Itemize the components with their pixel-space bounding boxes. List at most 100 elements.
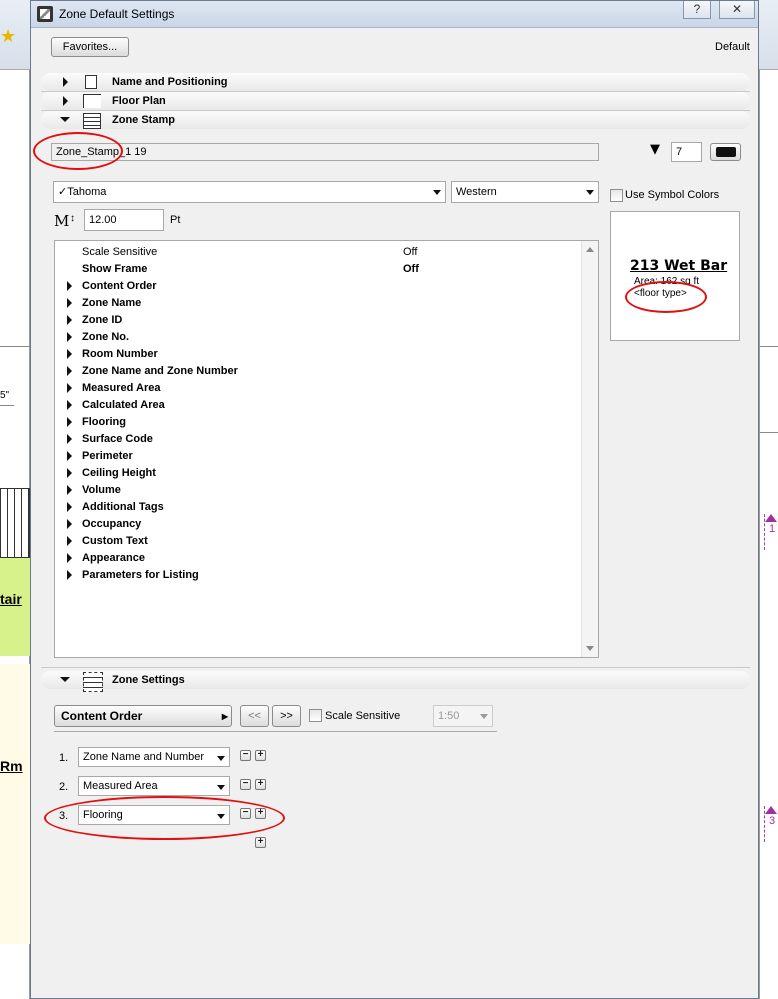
add-item-button[interactable]: + [255, 837, 266, 848]
background-line [0, 405, 14, 406]
expand-arrow-icon[interactable] [67, 383, 72, 393]
order-item-select[interactable]: Zone Name and Number [78, 747, 230, 767]
parameter-row[interactable]: Flooring [55, 414, 582, 431]
background-zone-label: tair [0, 591, 22, 607]
remove-item-button[interactable]: − [240, 750, 251, 761]
expand-arrow-icon[interactable] [67, 536, 72, 546]
favorites-button[interactable]: Favorites... [51, 37, 129, 57]
chevron-down-icon [480, 714, 488, 719]
section-label: Name and Positioning [112, 76, 228, 88]
expand-arrow-icon[interactable] [67, 451, 72, 461]
section-name-and-positioning[interactable]: Name and Positioning [41, 73, 750, 91]
chevron-right-icon: ▶ [221, 712, 228, 721]
annotation-circle [625, 281, 707, 313]
parameter-list[interactable]: Scale Sensitive Off Show Frame Off Content O… [54, 240, 599, 658]
library-part-name-field[interactable]: Zone_Stamp_1 19 [51, 143, 599, 161]
scroll-down-icon[interactable] [586, 646, 594, 651]
remove-item-button[interactable]: − [240, 779, 251, 790]
parameter-row[interactable]: Zone ID [55, 312, 582, 329]
section-zone-settings[interactable]: Zone Settings [41, 671, 750, 692]
expand-arrow-icon[interactable] [67, 434, 72, 444]
parameter-row[interactable]: Additional Tags [55, 499, 582, 516]
parameter-row[interactable]: Room Number [55, 346, 582, 363]
parameter-name: Zone Name [82, 297, 142, 309]
parameter-name: Volume [82, 484, 121, 496]
expand-arrow-icon[interactable] [67, 332, 72, 342]
expand-arrow-icon[interactable] [67, 298, 72, 308]
parameter-value[interactable]: Off [403, 246, 417, 258]
background-zone-label: Rm [0, 758, 23, 774]
collapse-arrow-icon[interactable] [60, 117, 70, 122]
background-dimension-text: 5" [0, 390, 10, 401]
annotation-circle [44, 796, 285, 840]
parameter-name: Room Number [82, 348, 158, 360]
parameter-row[interactable]: Parameters for Listing [55, 567, 582, 584]
parameter-row[interactable]: Content Order [55, 278, 582, 295]
parameter-row[interactable]: Measured Area [55, 380, 582, 397]
parameter-row[interactable]: Ceiling Height [55, 465, 582, 482]
title-bar[interactable]: Zone Default Settings ? ✕ [31, 1, 758, 28]
background-canvas-right [759, 0, 778, 999]
previous-page-button[interactable]: << [240, 705, 269, 727]
expand-arrow-icon[interactable] [67, 349, 72, 359]
parameter-row[interactable]: Perimeter [55, 448, 582, 465]
parameter-name: Ceiling Height [82, 467, 156, 479]
vertical-scrollbar[interactable] [581, 241, 598, 657]
expand-arrow-icon[interactable] [67, 468, 72, 478]
scroll-up-icon[interactable] [586, 247, 594, 252]
parameter-row[interactable]: Volume [55, 482, 582, 499]
help-button[interactable]: ? [683, 1, 711, 19]
font-size-field[interactable]: 12.00 [84, 209, 164, 231]
section-label: Zone Stamp [112, 114, 175, 126]
script-select[interactable]: Western [451, 181, 599, 203]
checkmark-icon: ✓ [58, 186, 68, 198]
order-item-select[interactable]: Measured Area [78, 776, 230, 796]
expand-arrow-icon[interactable] [67, 485, 72, 495]
section-floor-plan[interactable]: Floor Plan [41, 92, 750, 110]
next-page-button[interactable]: >> [272, 705, 301, 727]
parameter-row[interactable]: Zone Name and Zone Number [55, 363, 582, 380]
section-zone-stamp[interactable]: Zone Stamp [41, 111, 750, 129]
font-select[interactable]: ✓Tahoma [53, 181, 446, 203]
chevron-down-icon [433, 190, 441, 195]
expand-arrow-icon[interactable] [67, 570, 72, 580]
expand-arrow-icon[interactable] [67, 417, 72, 427]
parameter-name: Show Frame [82, 263, 148, 275]
expand-arrow-icon[interactable] [63, 77, 68, 87]
parameter-row[interactable]: Occupancy [55, 516, 582, 533]
zone-settings-icon [83, 672, 103, 692]
parameter-row[interactable]: Scale Sensitive Off [55, 244, 582, 261]
scale-sensitive-checkbox[interactable] [309, 709, 322, 722]
expand-arrow-icon[interactable] [67, 400, 72, 410]
expand-arrow-icon[interactable] [67, 281, 72, 291]
parameter-row[interactable]: Appearance [55, 550, 582, 567]
page-label: Content Order [61, 709, 143, 723]
expand-arrow-icon[interactable] [67, 553, 72, 563]
parameter-row[interactable]: Zone No. [55, 329, 582, 346]
collapse-arrow-icon[interactable] [60, 677, 70, 682]
insert-item-button[interactable]: + [255, 779, 266, 790]
expand-arrow-icon[interactable] [67, 315, 72, 325]
parameter-name: Perimeter [82, 450, 133, 462]
parameter-row[interactable]: Zone Name [55, 295, 582, 312]
parameter-value[interactable]: Off [403, 263, 419, 275]
annotation-circle [33, 132, 123, 170]
parameter-row[interactable]: Custom Text [55, 533, 582, 550]
expand-arrow-icon[interactable] [67, 366, 72, 376]
close-button[interactable]: ✕ [719, 1, 755, 19]
window-title: Zone Default Settings [59, 7, 175, 21]
content-order-page-button[interactable]: Content Order ▶ [54, 705, 232, 727]
parameter-name: Calculated Area [82, 399, 165, 411]
expand-arrow-icon[interactable] [67, 502, 72, 512]
section-label: Floor Plan [112, 95, 166, 107]
expand-arrow-icon[interactable] [63, 96, 68, 106]
use-symbol-colors-checkbox[interactable] [610, 189, 623, 202]
scale-select[interactable]: 1:50 [433, 705, 493, 727]
pen-color-button[interactable] [710, 143, 741, 161]
parameter-row[interactable]: Show Frame Off [55, 261, 582, 278]
expand-arrow-icon[interactable] [67, 519, 72, 529]
parameter-row[interactable]: Surface Code [55, 431, 582, 448]
pen-number-field[interactable]: 7 [671, 142, 702, 162]
insert-item-button[interactable]: + [255, 750, 266, 761]
parameter-row[interactable]: Calculated Area [55, 397, 582, 414]
